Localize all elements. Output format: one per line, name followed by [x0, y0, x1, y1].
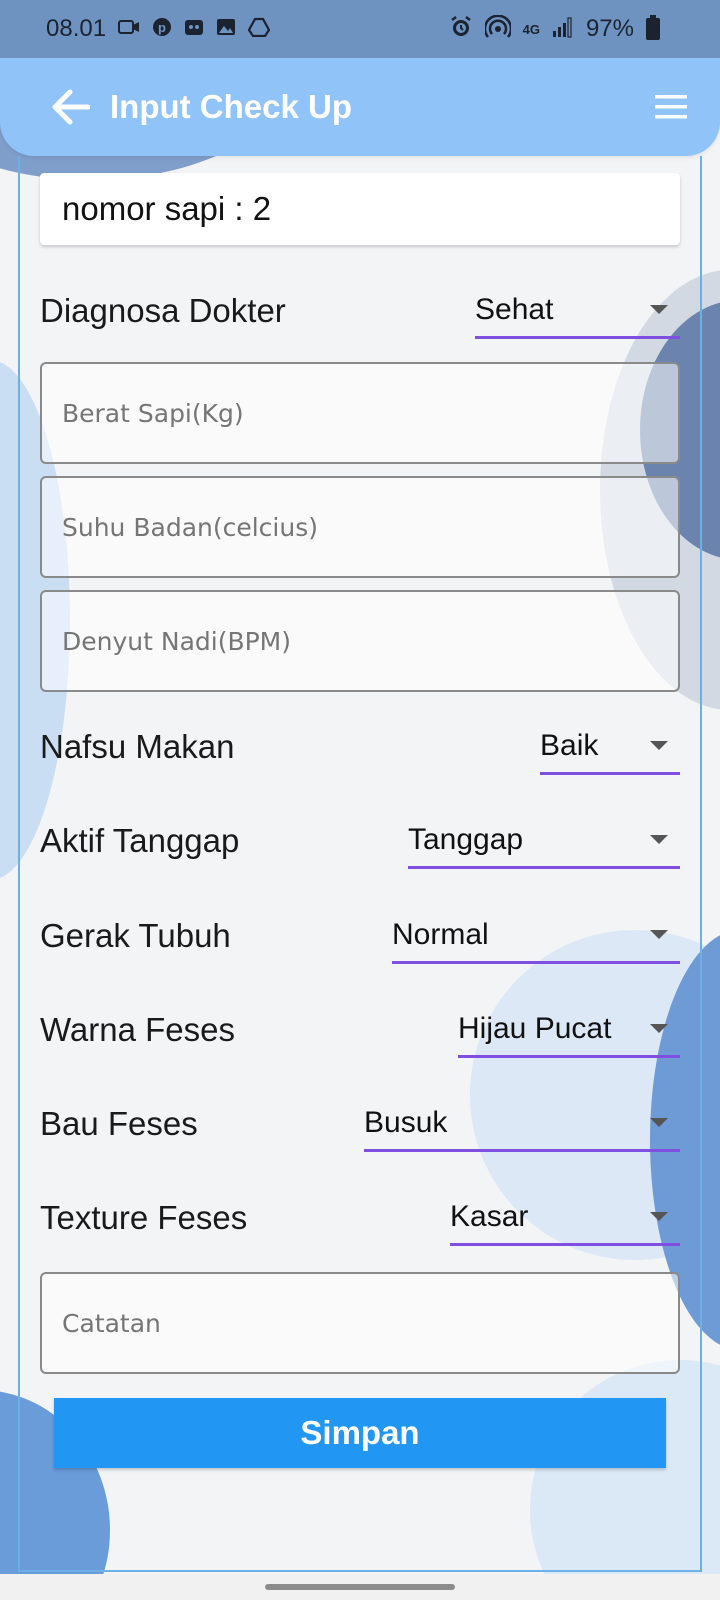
chevron-down-icon [650, 835, 668, 844]
battery-percent: 97% [585, 15, 634, 42]
back-button[interactable] [48, 84, 94, 130]
diagnosa-value: Sehat [475, 292, 554, 326]
status-left: 08.01 p [46, 15, 271, 43]
movement-value: Normal [392, 917, 489, 951]
drive-icon [247, 17, 271, 41]
temperature-input[interactable]: Suhu Badan(celcius) [40, 476, 680, 578]
signal-icon [552, 16, 574, 42]
emoji-icon [184, 17, 204, 41]
weight-placeholder: Berat Sapi(Kg) [62, 398, 244, 428]
status-time: 08.01 [46, 15, 107, 42]
notes-input[interactable]: Catatan [40, 1272, 680, 1374]
diagnosa-row: Diagnosa Dokter Sehat [40, 279, 680, 343]
responsive-dropdown[interactable]: Tanggap [408, 813, 680, 869]
svg-text:p: p [158, 20, 166, 35]
chevron-down-icon [650, 741, 668, 750]
chevron-down-icon [650, 1212, 668, 1221]
pulse-placeholder: Denyut Nadi(BPM) [62, 626, 292, 656]
page-title: Input Check Up [110, 88, 353, 125]
feces-color-dropdown[interactable]: Hijau Pucat [458, 1002, 680, 1058]
save-button[interactable]: Simpan [54, 1398, 666, 1468]
appetite-value: Baik [540, 728, 599, 762]
status-bar: 08.01 p 4G 97% [0, 0, 720, 58]
movement-label: Gerak Tubuh [40, 917, 231, 954]
appetite-label: Nafsu Makan [40, 728, 235, 765]
home-indicator[interactable] [265, 1584, 455, 1590]
hotspot-icon [483, 14, 512, 43]
chevron-down-icon [650, 930, 668, 939]
arrow-left-icon [52, 89, 90, 125]
hamburger-menu-icon [655, 95, 687, 119]
responsive-value: Tanggap [408, 822, 524, 856]
appetite-dropdown[interactable]: Baik [540, 719, 680, 775]
feces-texture-dropdown[interactable]: Kasar [450, 1190, 680, 1246]
feces-texture-label: Texture Feses [40, 1199, 248, 1236]
feces-texture-value: Kasar [450, 1199, 529, 1233]
responsive-row: Aktif Tanggap Tanggap [40, 809, 680, 873]
chevron-down-icon [650, 1024, 668, 1033]
menu-button[interactable] [648, 84, 694, 130]
temperature-placeholder: Suhu Badan(celcius) [62, 512, 318, 542]
feces-color-label: Warna Feses [40, 1011, 236, 1048]
movement-dropdown[interactable]: Normal [392, 908, 680, 964]
status-right: 4G 97% [449, 14, 660, 43]
diagnosa-label: Diagnosa Dokter [40, 292, 286, 329]
chevron-down-icon [650, 305, 668, 314]
navigation-bar [0, 1574, 720, 1600]
feces-texture-row: Texture Feses Kasar [40, 1186, 680, 1250]
notes-placeholder: Catatan [62, 1308, 161, 1338]
movement-row: Gerak Tubuh Normal [40, 904, 680, 968]
feces-smell-value: Busuk [364, 1105, 448, 1139]
feces-smell-dropdown[interactable]: Busuk [364, 1096, 680, 1152]
chevron-down-icon [650, 1118, 668, 1127]
appetite-row: Nafsu Makan Baik [40, 715, 680, 779]
diagnosa-dropdown[interactable]: Sehat [475, 283, 680, 339]
feces-smell-row: Bau Feses Busuk [40, 1092, 680, 1156]
feces-smell-label: Bau Feses [40, 1105, 198, 1142]
cow-number-display: nomor sapi : 2 [40, 173, 680, 245]
network-type-icon: 4G [522, 21, 540, 37]
image-icon [216, 18, 236, 40]
video-camera-icon [118, 19, 140, 39]
pinterest-icon: p [152, 17, 172, 41]
alarm-icon [449, 15, 473, 43]
feces-color-row: Warna Feses Hijau Pucat [40, 998, 680, 1062]
battery-icon [646, 15, 660, 40]
pulse-input[interactable]: Denyut Nadi(BPM) [40, 590, 680, 692]
app-bar: Input Check Up [0, 58, 720, 156]
responsive-label: Aktif Tanggap [40, 822, 240, 859]
weight-input[interactable]: Berat Sapi(Kg) [40, 362, 680, 464]
feces-color-value: Hijau Pucat [458, 1011, 612, 1045]
